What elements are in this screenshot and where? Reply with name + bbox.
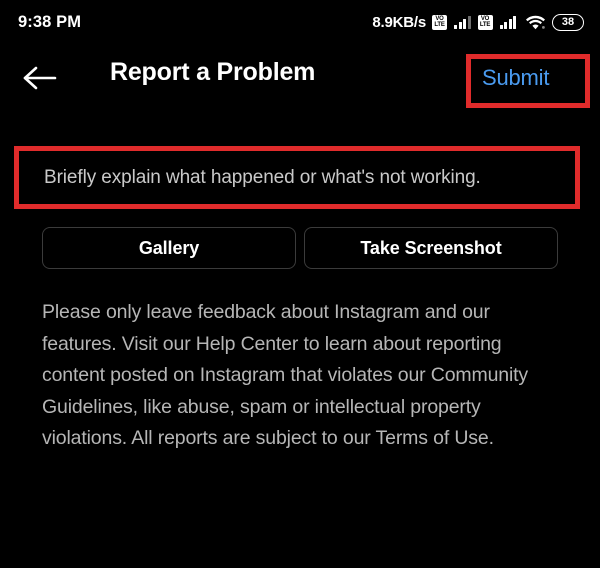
volte-icon-sim1-bottom: LTE (434, 22, 445, 28)
volte-icon-sim1: VO LTE (432, 14, 447, 30)
status-indicators: 8.9KB/s VO LTE VO LTE 38 (372, 13, 584, 31)
status-bar: 9:38 PM 8.9KB/s VO LTE VO LTE 38 (0, 0, 600, 44)
volte-icon-sim2: VO LTE (477, 14, 493, 30)
problem-input-placeholder: Briefly explain what happened or what's … (44, 166, 481, 188)
volte-icon-sim2-bottom: LTE (479, 22, 491, 28)
status-clock: 9:38 PM (18, 12, 82, 31)
submit-button[interactable]: Submit (482, 65, 549, 91)
wifi-icon (526, 15, 545, 30)
page-title: Report a Problem (110, 58, 316, 86)
feedback-disclaimer-text: Please only leave feedback about Instagr… (42, 301, 529, 449)
back-button[interactable] (22, 64, 66, 96)
attachment-actions: Gallery Take Screenshot (42, 227, 558, 269)
gallery-button[interactable]: Gallery (42, 227, 296, 269)
battery-indicator: 38 (552, 13, 584, 31)
network-speed-label: 8.9KB/s (372, 13, 426, 31)
back-arrow-icon (22, 64, 60, 97)
signal-bars-icon-sim2 (499, 15, 516, 29)
app-header: Report a Problem Submit (0, 44, 600, 116)
signal-bars-icon-sim1 (454, 15, 471, 29)
take-screenshot-button[interactable]: Take Screenshot (304, 227, 558, 269)
problem-description-input[interactable]: Briefly explain what happened or what's … (24, 146, 570, 209)
